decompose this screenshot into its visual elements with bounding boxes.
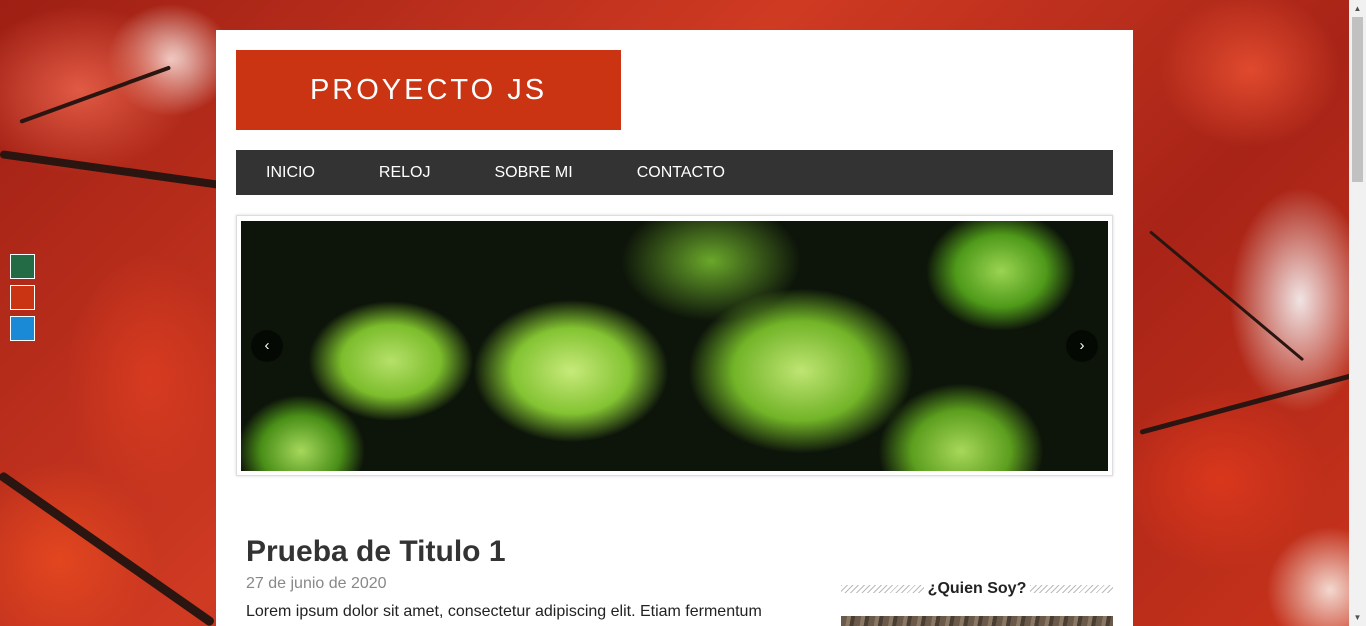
nav-item-sobre-mi[interactable]: SOBRE MI bbox=[494, 164, 572, 182]
article-excerpt: Lorem ipsum dolor sit amet, consectetur … bbox=[246, 603, 762, 620]
scroll-down-arrow-icon[interactable]: ▼ bbox=[1349, 609, 1366, 626]
nav-item-inicio[interactable]: INICIO bbox=[266, 164, 315, 182]
theme-switcher bbox=[10, 254, 35, 347]
slide-image-green-leaves: ‹ › bbox=[241, 221, 1108, 471]
nav-item-contacto[interactable]: CONTACTO bbox=[637, 164, 725, 182]
widget-title-text: ¿Quien Soy? bbox=[927, 580, 1027, 597]
chevron-left-icon: ‹ bbox=[264, 337, 270, 354]
divider-stripe bbox=[1030, 585, 1114, 593]
sidebar-widget-title: ¿Quien Soy? bbox=[841, 580, 1114, 597]
article-preview: Prueba de Titulo 1 27 de junio de 2020 L… bbox=[246, 535, 806, 621]
page-scrollbar[interactable]: ▲ ▼ bbox=[1349, 0, 1366, 626]
scroll-thumb[interactable] bbox=[1352, 17, 1363, 182]
theme-swatch-blue[interactable] bbox=[10, 316, 35, 341]
divider-stripe bbox=[841, 585, 924, 593]
scroll-up-arrow-icon[interactable]: ▲ bbox=[1349, 0, 1366, 17]
image-slider: ‹ › bbox=[236, 215, 1113, 476]
logo-text: PROYECTO JS bbox=[309, 73, 548, 106]
slider-next-button[interactable]: › bbox=[1066, 330, 1098, 362]
article-date: 27 de junio de 2020 bbox=[246, 575, 387, 592]
theme-swatch-red[interactable] bbox=[10, 285, 35, 310]
slider-prev-button[interactable]: ‹ bbox=[251, 330, 283, 362]
main-container: PROYECTO JS INICIO RELOJ SOBRE MI CONTAC… bbox=[216, 30, 1133, 626]
site-logo[interactable]: PROYECTO JS bbox=[236, 50, 621, 130]
nav-item-reloj[interactable]: RELOJ bbox=[379, 164, 431, 182]
article-title[interactable]: Prueba de Titulo 1 bbox=[246, 535, 806, 569]
chevron-right-icon: › bbox=[1079, 337, 1085, 354]
main-nav: INICIO RELOJ SOBRE MI CONTACTO bbox=[236, 150, 1113, 195]
sidebar-widget-image bbox=[841, 616, 1113, 626]
theme-swatch-green[interactable] bbox=[10, 254, 35, 279]
